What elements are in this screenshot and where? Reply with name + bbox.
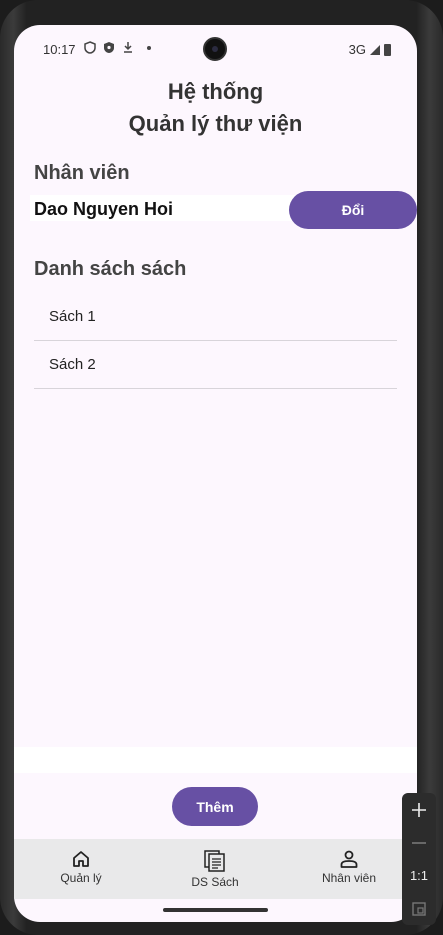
emulator-side-controls: 1:1 (402, 793, 436, 925)
zoom-in-button[interactable] (402, 793, 436, 826)
bottom-navigation: Quản lý DS Sách Nhân viên (14, 839, 417, 899)
status-bar: 10:17 3G (14, 25, 417, 75)
nav-label: DS Sách (191, 875, 239, 889)
minus-icon (412, 841, 426, 844)
battery-icon (384, 43, 391, 56)
nav-label: Quản lý (60, 871, 102, 885)
zoom-reset-button[interactable]: 1:1 (402, 859, 436, 892)
download-icon (124, 42, 132, 53)
home-icon (73, 851, 89, 867)
list-item[interactable]: Sách 1 (34, 293, 397, 341)
signal-icon (370, 44, 380, 55)
status-notification-icons (84, 41, 151, 54)
shield-icon (84, 41, 96, 54)
nav-label: Nhân viên (321, 871, 377, 885)
camera-cutout (203, 37, 227, 61)
book-list: Sách 1 Sách 2 (34, 293, 397, 389)
status-time: 10:17 (43, 42, 76, 57)
nav-item-book-list[interactable]: DS Sách (148, 839, 282, 899)
staff-name: Dao Nguyen Hoi (34, 199, 174, 219)
network-type: 3G (348, 42, 366, 57)
fit-screen-icon (412, 901, 426, 916)
content-area-end (14, 747, 417, 773)
phone-frame: 10:17 3G Hệ thống Quản lý thư viện Nhân … (0, 0, 443, 935)
list-item[interactable]: Sách 2 (34, 341, 397, 389)
fit-screen-button[interactable] (402, 892, 436, 925)
change-staff-button[interactable]: Đổi (289, 191, 417, 229)
add-button[interactable]: Thêm (172, 787, 258, 826)
book-list-icon (204, 850, 225, 872)
page-title-line2: Quản lý thư viện (128, 111, 303, 136)
gesture-bar[interactable] (163, 908, 268, 912)
screen: 10:17 3G Hệ thống Quản lý thư viện Nhân … (14, 25, 417, 922)
person-icon (340, 850, 358, 868)
staff-section-label: Nhân viên (34, 162, 130, 184)
zoom-out-button[interactable] (402, 826, 436, 859)
plus-icon (412, 802, 426, 817)
nav-item-staff[interactable]: Nhân viên (282, 839, 416, 899)
notification-dot (147, 45, 151, 50)
nav-item-manage[interactable]: Quản lý (14, 839, 148, 899)
status-system-icons: 3G (349, 42, 391, 57)
security-icon (104, 42, 114, 53)
page-title-line1: Hệ thống (167, 79, 264, 104)
book-list-label: Danh sách sách (34, 258, 187, 280)
